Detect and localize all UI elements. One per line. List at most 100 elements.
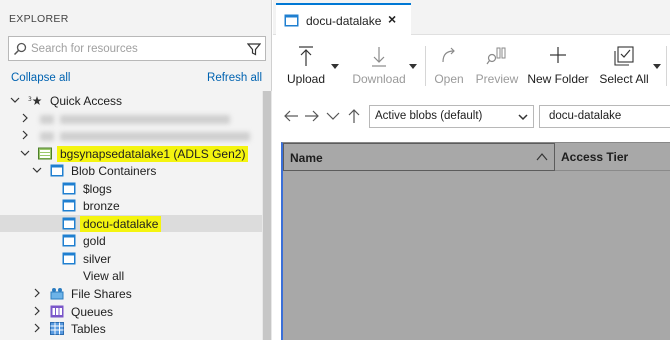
svg-text:3: 3 [28,96,32,103]
tab-label: docu-datalake [306,14,382,28]
plus-icon [550,47,566,63]
select-all-icon [614,46,634,66]
select-all-dropdown-icon[interactable] [653,64,661,69]
open-label: Open [434,72,464,86]
tree-item-container[interactable]: silver [0,250,262,268]
refresh-all-link[interactable]: Refresh all [207,72,262,84]
tree-item-label: Queues [71,304,114,319]
queues-icon [50,305,64,317]
blob-list-grid[interactable]: Name Access Tier [281,142,670,340]
tree-item-file-shares[interactable]: File Shares [0,285,262,303]
column-header-access-tier[interactable]: Access Tier [561,150,628,164]
container-icon [62,217,76,229]
chevron-right-icon[interactable] [32,323,42,333]
chevron-down-icon[interactable] [10,95,20,105]
sort-ascending-icon[interactable] [536,152,548,162]
collapse-all-link[interactable]: Collapse all [11,72,70,84]
container-label: docu-datalake [80,215,162,232]
chevron-down-icon[interactable] [32,165,42,175]
select-all-button[interactable]: Select All [598,36,650,92]
download-button[interactable]: Download [349,36,409,92]
tree-item-label: Tables [71,322,106,336]
tree-item-view-all[interactable]: View all [0,267,262,285]
search-input[interactable] [31,40,231,58]
chevron-down-icon[interactable] [325,108,341,124]
open-button[interactable]: Open [429,36,469,92]
back-arrow-icon[interactable] [283,108,299,124]
tree-item-container[interactable]: bronze [0,197,262,215]
new-folder-button[interactable]: New Folder [526,36,590,92]
select-all-label: Select All [599,72,649,86]
tab-docu-datalake[interactable]: docu-datalake × [276,3,411,36]
open-icon [442,47,455,63]
tree-item-container-selected[interactable]: docu-datalake [0,214,262,232]
tables-icon [50,322,64,335]
tree-item-container[interactable]: gold [0,232,262,250]
tree-item-tables[interactable]: Tables [0,320,262,338]
container-icon [62,199,76,212]
blob-view-select[interactable]: Active blobs (default) [369,105,534,128]
container-label: bronze [83,199,120,213]
scrollbar-thumb[interactable] [263,91,271,340]
quick-access-icon: 3 [28,96,42,105]
tree-item-blob-containers[interactable]: Blob Containers [0,162,262,180]
container-icon [62,234,76,247]
column-header-name[interactable]: Name [283,143,555,171]
container-label: $logs [83,181,112,196]
redacted-label [60,114,230,124]
upload-dropdown-icon[interactable] [331,64,339,69]
explorer-scrollbar[interactable] [262,91,272,340]
tab-bar: docu-datalake × [273,0,670,36]
toolbar-divider [666,46,667,86]
chevron-down-icon[interactable] [20,148,30,158]
upload-button[interactable]: Upload [281,36,331,92]
explorer-title: EXPLORER [9,13,69,25]
tree-item-queues[interactable]: Queues [0,303,262,321]
download-icon [372,47,386,67]
download-label: Download [352,72,406,86]
path-value: docu-datalake [549,110,622,122]
view-all-link[interactable]: View all [83,269,124,283]
navigation-bar: Active blobs (default) docu-datalake [273,102,670,130]
account-icon [40,114,54,124]
container-label: silver [83,251,112,266]
search-box[interactable] [8,36,266,61]
explorer-panel: EXPLORER Collapse all Refresh all 3 Quic… [0,0,272,340]
storage-account-label: bgsynapsedatalake1 (ADLS Gen2) [57,145,249,162]
tree-item-storage-account[interactable]: bgsynapsedatalake1 (ADLS Gen2) [0,145,262,163]
tree-item-hidden-account[interactable] [0,127,262,145]
forward-arrow-icon[interactable] [304,108,320,124]
storage-account-icon [38,147,52,159]
preview-button[interactable]: Preview [473,36,521,92]
close-icon[interactable]: × [388,11,396,27]
chevron-down-icon [518,114,528,121]
path-input[interactable]: docu-datalake [539,105,670,128]
chevron-right-icon[interactable] [20,130,30,140]
new-folder-label: New Folder [527,72,589,86]
upload-icon [299,46,313,66]
chevron-right-icon[interactable] [32,288,42,298]
search-icon [13,42,27,56]
preview-label: Preview [475,72,519,86]
container-label: gold [83,234,106,248]
tree-item-label: Blob Containers [71,164,157,178]
tree-item-hidden-account[interactable] [0,110,262,128]
container-icon [284,14,299,27]
tree-item-quick-access[interactable]: 3 Quick Access [0,92,262,110]
editor-panel: docu-datalake × Upload Download Open Pre… [273,0,670,340]
preview-icon [486,47,506,65]
grid-header: Name Access Tier [283,143,670,171]
redacted-label [60,132,250,141]
filter-icon[interactable] [247,42,261,56]
tree-item-label: File Shares [71,287,132,301]
blob-view-value: Active blobs (default) [375,110,483,122]
tree-item-container[interactable]: $logs [0,180,262,198]
tree-item-label: Quick Access [50,94,123,108]
upload-label: Upload [286,72,326,86]
up-arrow-icon[interactable] [346,108,362,124]
chevron-right-icon[interactable] [32,306,42,316]
download-dropdown-icon[interactable] [409,64,417,69]
blob-containers-icon [50,164,64,177]
chevron-right-icon[interactable] [20,113,30,123]
column-label: Name [290,151,323,165]
